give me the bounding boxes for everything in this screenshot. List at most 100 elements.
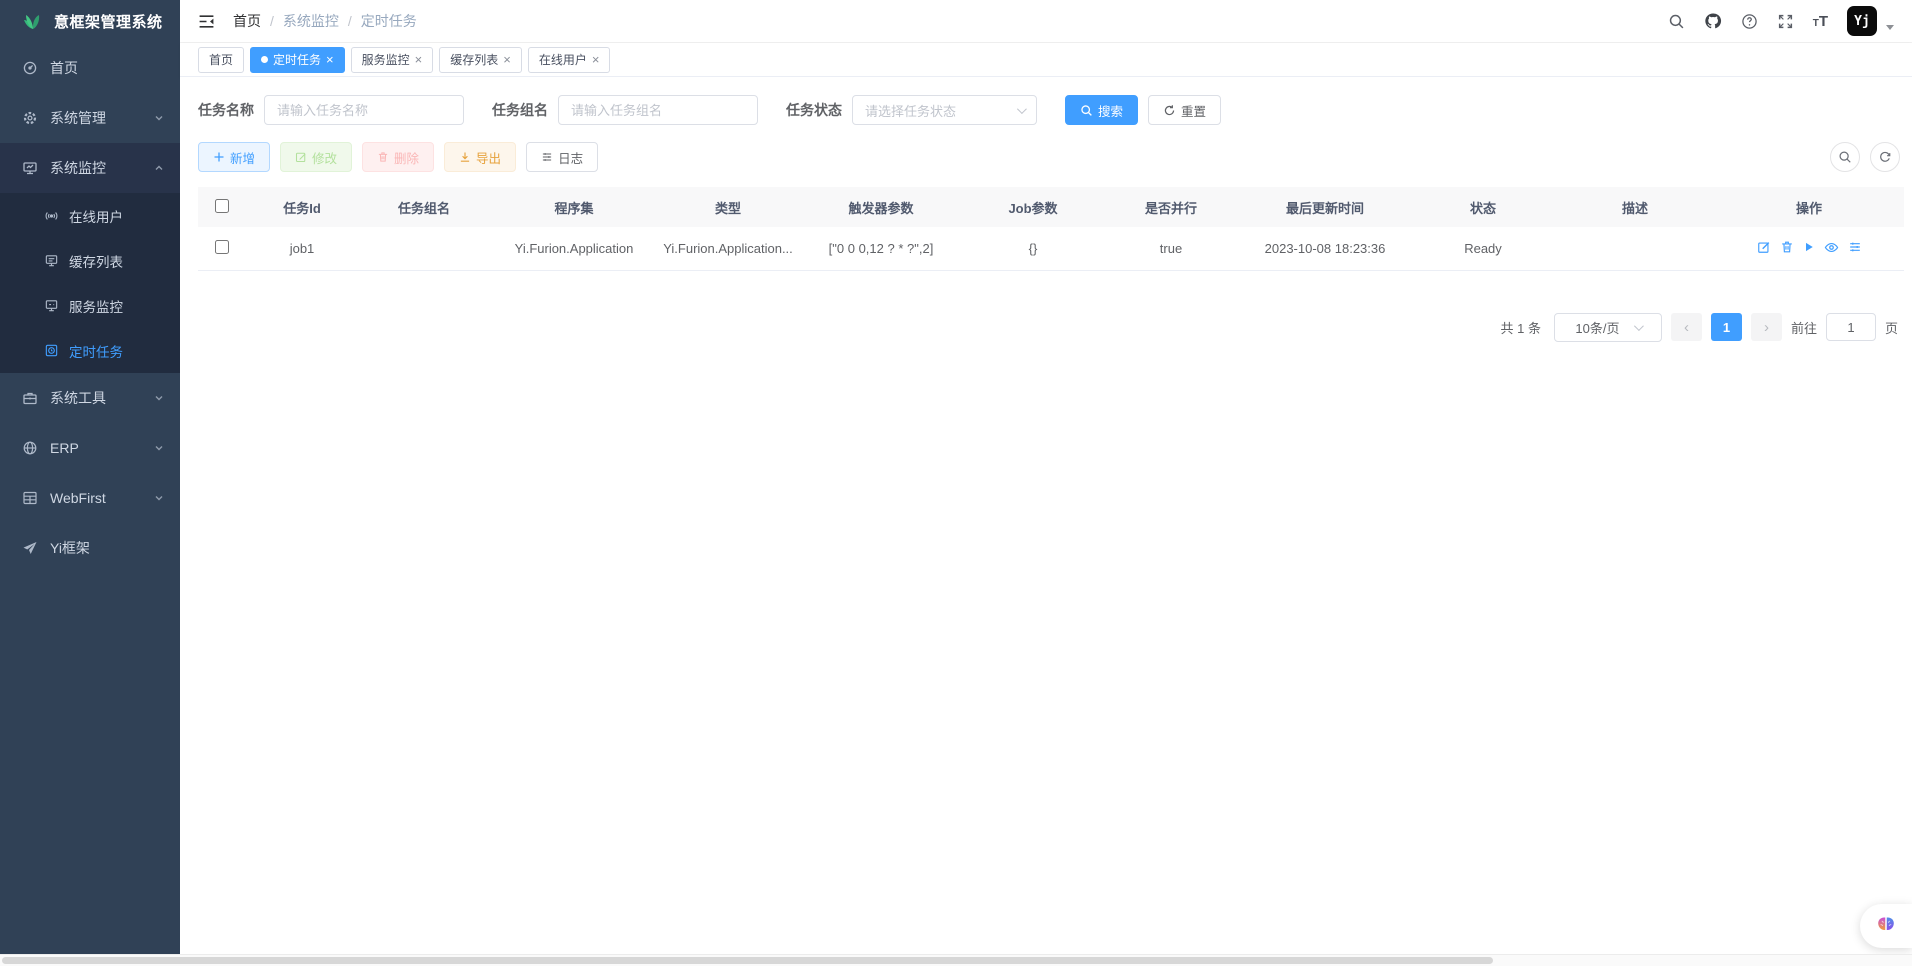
page-size-select[interactable]: 10条/页 bbox=[1554, 313, 1662, 342]
ai-assistant-button[interactable] bbox=[1860, 904, 1912, 948]
page-size-value: 10条/页 bbox=[1575, 318, 1619, 337]
sidebar-item-label: 系统监控 bbox=[50, 158, 106, 178]
breadcrumb-home[interactable]: 首页 bbox=[233, 11, 261, 31]
sidebar-item-label: 在线用户 bbox=[69, 206, 123, 226]
sidebar-item-label: Yi框架 bbox=[50, 538, 90, 558]
sidebar-item-system-monitor[interactable]: 系统监控 bbox=[0, 143, 180, 193]
sidebar-item-webfirst[interactable]: WebFirst bbox=[0, 473, 180, 523]
top-header: 首页 / 系统监控 / 定时任务 TT bbox=[180, 0, 1912, 43]
sidebar-item-system-management[interactable]: 系统管理 bbox=[0, 93, 180, 143]
prev-page-button[interactable]: ‹ bbox=[1671, 313, 1702, 341]
pagination: 共 1 条 10条/页 ‹ 1 › 前往 页 bbox=[198, 313, 1904, 342]
task-status-select[interactable]: 请选择任务状态 bbox=[852, 95, 1037, 125]
cell-concurrent: true bbox=[1102, 227, 1240, 270]
add-button[interactable]: 新增 bbox=[198, 142, 270, 172]
filter-form: 任务名称 任务组名 任务状态 请选择任务状态 搜索 bbox=[198, 95, 1904, 125]
tab-label: 首页 bbox=[209, 51, 233, 68]
send-icon bbox=[22, 540, 38, 556]
tab-close-icon[interactable]: × bbox=[326, 53, 334, 66]
tab-scheduled-tasks[interactable]: 定时任务 × bbox=[250, 47, 345, 73]
tab-cache-list[interactable]: 缓存列表 × bbox=[439, 47, 522, 73]
breadcrumb-separator: / bbox=[348, 13, 352, 29]
schedule-icon bbox=[44, 343, 59, 358]
goto-page-input[interactable] bbox=[1826, 313, 1876, 341]
sidebar-item-label: 首页 bbox=[50, 58, 78, 78]
view-icon[interactable] bbox=[1824, 240, 1839, 255]
app-root: 意框架管理系统 首页 系统管理 系统监控 bbox=[0, 0, 1912, 966]
run-icon[interactable] bbox=[1803, 241, 1815, 253]
col-description: 描述 bbox=[1556, 187, 1714, 227]
table-row[interactable]: job1 Yi.Furion.Application Yi.Furion.App… bbox=[198, 227, 1904, 270]
page-1-button[interactable]: 1 bbox=[1711, 313, 1742, 341]
sidebar: 意框架管理系统 首页 系统管理 系统监控 bbox=[0, 0, 180, 966]
row-checkbox[interactable] bbox=[215, 240, 229, 254]
tab-close-icon[interactable]: × bbox=[592, 53, 600, 66]
sidebar-item-online-users[interactable]: 在线用户 bbox=[0, 193, 180, 238]
modify-button[interactable]: 修改 bbox=[280, 142, 352, 172]
sidebar-item-system-tools[interactable]: 系统工具 bbox=[0, 373, 180, 423]
tab-close-icon[interactable]: × bbox=[503, 53, 511, 66]
globe-icon bbox=[22, 440, 38, 456]
delete-button[interactable]: 删除 bbox=[362, 142, 434, 172]
collapse-sidebar-icon[interactable] bbox=[198, 13, 215, 30]
sidebar-item-home[interactable]: 首页 bbox=[0, 43, 180, 93]
github-icon[interactable] bbox=[1704, 12, 1722, 30]
modify-button-label: 修改 bbox=[312, 148, 337, 167]
fullscreen-icon[interactable] bbox=[1777, 13, 1794, 30]
server-icon bbox=[44, 298, 59, 313]
search-icon[interactable] bbox=[1668, 13, 1685, 30]
breadcrumb-separator: / bbox=[270, 13, 274, 29]
user-avatar[interactable]: Yj bbox=[1847, 6, 1877, 36]
select-all-checkbox[interactable] bbox=[215, 199, 229, 213]
caret-down-icon[interactable] bbox=[1886, 25, 1894, 30]
cell-job-args: {} bbox=[964, 227, 1102, 270]
tab-label: 服务监控 bbox=[362, 51, 410, 68]
page-content: 任务名称 任务组名 任务状态 请选择任务状态 搜索 bbox=[180, 77, 1912, 966]
col-trigger-args: 触发器参数 bbox=[798, 187, 964, 227]
reset-button[interactable]: 重置 bbox=[1148, 95, 1221, 125]
scrollbar-thumb[interactable] bbox=[2, 957, 1493, 964]
cell-assembly: Yi.Furion.Application bbox=[490, 227, 658, 270]
help-icon[interactable] bbox=[1741, 13, 1758, 30]
tab-service-monitor[interactable]: 服务监控 × bbox=[351, 47, 434, 73]
sidebar-item-service-monitor[interactable]: 服务监控 bbox=[0, 283, 180, 328]
chevron-up-icon bbox=[154, 163, 164, 173]
log-detail-icon[interactable] bbox=[1848, 240, 1862, 254]
edit-icon[interactable] bbox=[1757, 240, 1771, 254]
next-page-button[interactable]: › bbox=[1751, 313, 1782, 341]
show-search-button[interactable] bbox=[1830, 142, 1860, 172]
app-logo[interactable]: 意框架管理系统 bbox=[0, 0, 180, 43]
col-type: 类型 bbox=[658, 187, 798, 227]
toolbox-icon bbox=[22, 390, 38, 406]
app-title: 意框架管理系统 bbox=[54, 11, 163, 32]
sidebar-item-erp[interactable]: ERP bbox=[0, 423, 180, 473]
task-name-input[interactable] bbox=[264, 95, 464, 125]
col-last-update: 最后更新时间 bbox=[1240, 187, 1410, 227]
cell-task-id: job1 bbox=[246, 227, 358, 270]
tab-close-icon[interactable]: × bbox=[415, 53, 423, 66]
breadcrumb-system-monitor[interactable]: 系统监控 bbox=[283, 11, 339, 31]
tab-home[interactable]: 首页 bbox=[198, 47, 244, 73]
refresh-button[interactable] bbox=[1870, 142, 1900, 172]
task-group-input[interactable] bbox=[558, 95, 758, 125]
export-button-label: 导出 bbox=[476, 148, 501, 167]
goto-unit-label: 页 bbox=[1885, 318, 1898, 337]
broadcast-icon bbox=[44, 208, 59, 223]
tab-online-users[interactable]: 在线用户 × bbox=[528, 47, 611, 73]
cell-description bbox=[1556, 227, 1714, 270]
search-button[interactable]: 搜索 bbox=[1065, 95, 1138, 125]
log-button[interactable]: 日志 bbox=[526, 142, 598, 172]
col-status: 状态 bbox=[1410, 187, 1556, 227]
sidebar-item-label: 缓存列表 bbox=[69, 251, 123, 271]
table-tools bbox=[1830, 142, 1900, 172]
breadcrumb-current: 定时任务 bbox=[361, 11, 417, 31]
add-button-label: 新增 bbox=[230, 148, 255, 167]
delete-icon[interactable] bbox=[1780, 240, 1794, 254]
header-actions: TT Yj bbox=[1668, 6, 1894, 36]
sidebar-item-yi-framework[interactable]: Yi框架 bbox=[0, 523, 180, 573]
export-button[interactable]: 导出 bbox=[444, 142, 516, 172]
task-status-placeholder: 请选择任务状态 bbox=[865, 101, 1017, 120]
sidebar-item-cache-list[interactable]: 缓存列表 bbox=[0, 238, 180, 283]
sidebar-item-scheduled-tasks[interactable]: 定时任务 bbox=[0, 328, 180, 373]
font-size-icon[interactable]: TT bbox=[1813, 14, 1828, 29]
